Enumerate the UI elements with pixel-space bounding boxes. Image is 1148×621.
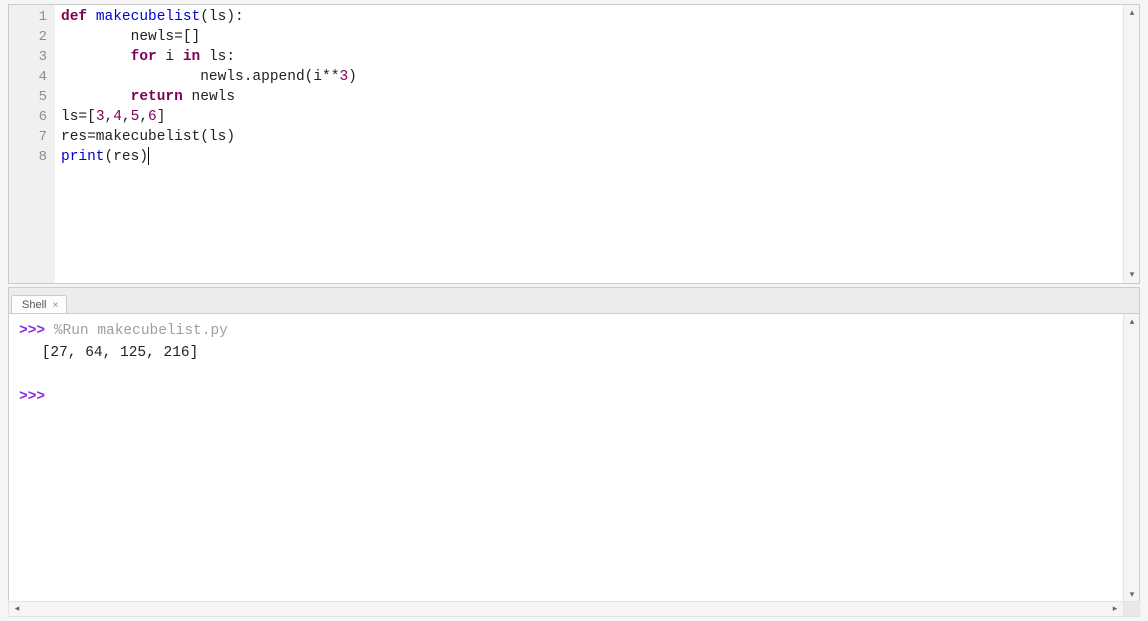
line-number: 6 — [9, 107, 55, 127]
code-line[interactable]: res=makecubelist(ls) — [61, 127, 1133, 147]
editor-vertical-scrollbar[interactable]: ▴ ▾ — [1123, 5, 1139, 283]
scroll-up-icon[interactable]: ▴ — [1124, 5, 1140, 21]
line-number-gutter: 12345678 — [9, 5, 55, 283]
shell-output: [27, 64, 125, 216] — [19, 342, 1129, 364]
scrollbar-corner — [1123, 602, 1139, 616]
code-line[interactable]: def makecubelist(ls): — [61, 7, 1133, 27]
tab-shell[interactable]: Shell × — [11, 295, 67, 314]
scroll-up-icon[interactable]: ▴ — [1124, 314, 1140, 330]
line-number: 7 — [9, 127, 55, 147]
code-editor[interactable]: def makecubelist(ls): newls=[] for i in … — [55, 5, 1139, 283]
shell-prompt: >>> — [19, 389, 54, 405]
line-number: 5 — [9, 87, 55, 107]
line-number: 3 — [9, 47, 55, 67]
scroll-right-icon[interactable]: ▸ — [1107, 602, 1123, 616]
scroll-left-icon[interactable]: ◂ — [9, 602, 25, 616]
shell-command: %Run makecubelist.py — [54, 323, 228, 339]
code-line[interactable]: print(res) — [61, 147, 1133, 167]
line-number: 8 — [9, 147, 55, 167]
code-editor-pane: 12345678 def makecubelist(ls): newls=[] … — [8, 4, 1140, 284]
code-line[interactable]: newls.append(i**3) — [61, 67, 1133, 87]
shell-input-line[interactable]: >>> — [19, 386, 1129, 408]
shell-tab-bar: Shell × — [8, 287, 1140, 313]
close-icon[interactable]: × — [52, 300, 58, 311]
text-cursor — [148, 147, 149, 165]
horizontal-scrollbar[interactable]: ◂ ▸ — [8, 601, 1140, 617]
line-number: 4 — [9, 67, 55, 87]
shell-output — [19, 364, 1129, 386]
shell-line: >>> %Run makecubelist.py — [19, 320, 1129, 342]
code-line[interactable]: return newls — [61, 87, 1133, 107]
tab-shell-label: Shell — [22, 299, 46, 311]
shell-prompt: >>> — [19, 323, 54, 339]
code-line[interactable]: for i in ls: — [61, 47, 1133, 67]
line-number: 2 — [9, 27, 55, 47]
shell-vertical-scrollbar[interactable]: ▴ ▾ — [1123, 314, 1139, 603]
line-number: 1 — [9, 7, 55, 27]
code-line[interactable]: ls=[3,4,5,6] — [61, 107, 1133, 127]
code-line[interactable]: newls=[] — [61, 27, 1133, 47]
shell-pane[interactable]: >>> %Run makecubelist.py [27, 64, 125, 2… — [8, 313, 1140, 604]
scroll-down-icon[interactable]: ▾ — [1124, 267, 1140, 283]
